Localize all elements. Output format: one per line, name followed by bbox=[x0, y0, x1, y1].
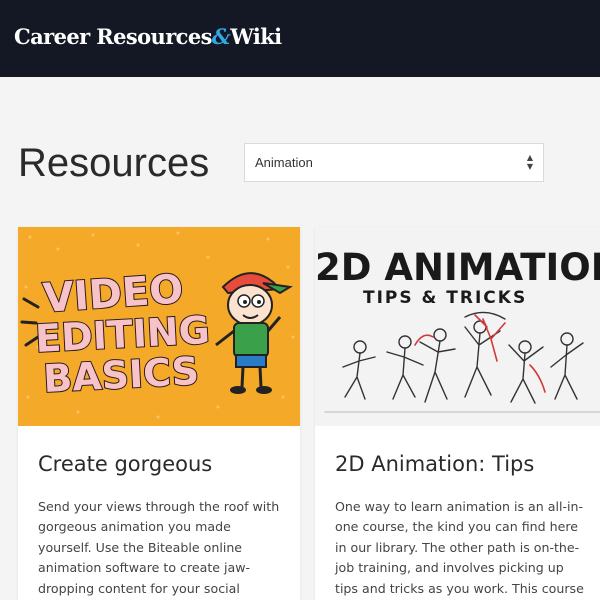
resource-card[interactable]: 2D ANIMATION TIPS & TRICKS 2D Animation:… bbox=[315, 227, 600, 600]
card-description: Send your views through the roof with go… bbox=[38, 499, 280, 596]
category-select[interactable]: Animation ▲ ▼ bbox=[244, 143, 544, 182]
thumb-subheading: TIPS & TRICKS bbox=[363, 288, 527, 308]
card-thumbnail: VIDEO EDITING BASICS bbox=[18, 227, 300, 426]
top-navbar: Career Resources&Wiki bbox=[0, 0, 600, 77]
page-title: Resources bbox=[18, 141, 210, 185]
resource-card[interactable]: VIDEO EDITING BASICS Create gorgeous Sen… bbox=[18, 227, 300, 600]
brand-text-wiki: Wiki bbox=[230, 24, 282, 49]
select-arrows-icon: ▲ ▼ bbox=[526, 153, 534, 171]
card-title: 2D Animation: Tips bbox=[335, 452, 535, 476]
card-description: One way to learn animation is an all-in-… bbox=[335, 499, 584, 596]
card-title: Create gorgeous bbox=[38, 452, 213, 476]
card-thumbnail: 2D ANIMATION TIPS & TRICKS bbox=[315, 227, 600, 426]
thumb-heading: 2D ANIMATION bbox=[315, 246, 600, 289]
site-logo[interactable]: Career Resources&Wiki bbox=[14, 24, 282, 49]
brand-text: Career Resources bbox=[14, 24, 212, 49]
category-select-value: Animation bbox=[255, 155, 313, 170]
brand-ampersand: & bbox=[211, 24, 231, 49]
thumb-text-line: BASICS bbox=[42, 349, 200, 401]
